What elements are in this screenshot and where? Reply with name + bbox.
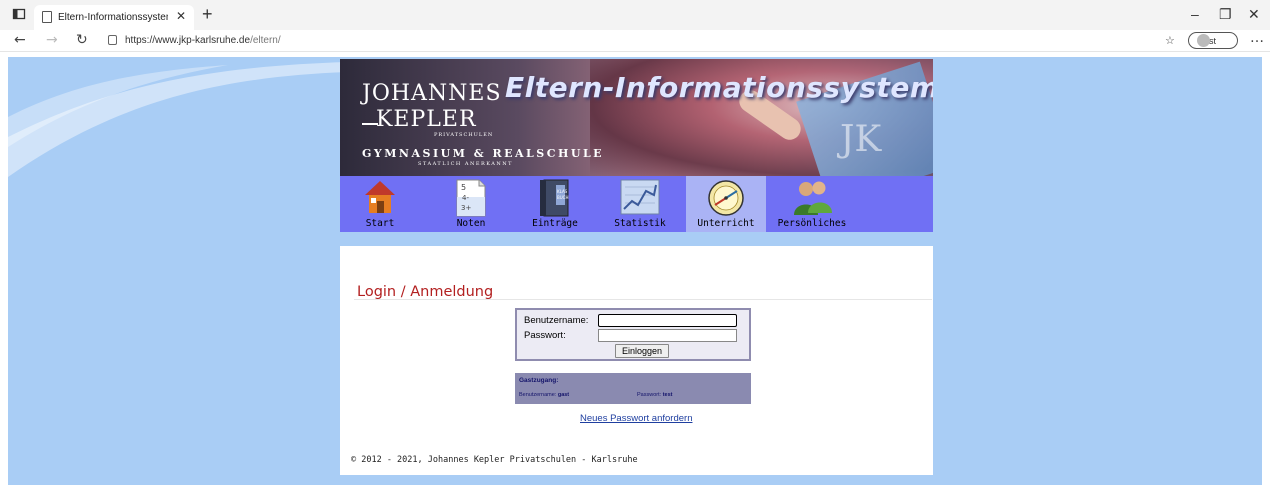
guest-heading: Gastzugang:	[519, 377, 559, 384]
browser-tab-bar: Eltern-Informationssystem (EIS) ✕ + – ❐ …	[0, 0, 1270, 30]
nav-item-eintraege[interactable]: KLAS BUCH Einträge	[525, 176, 585, 232]
lock-icon[interactable]	[108, 35, 117, 45]
reload-icon[interactable]: ↻	[76, 32, 88, 48]
more-menu-icon[interactable]: …	[1250, 30, 1264, 46]
people-icon	[794, 181, 832, 215]
nav-subbar	[340, 232, 933, 246]
tab-title: Eltern-Informationssystem (EIS)	[58, 12, 168, 23]
header-banner: JK Eltern-Informationssystem JOHANNES KE…	[340, 59, 933, 176]
main-navigation: Start 5 4- 3+ Noten KLAS BUCH Einträge S…	[340, 176, 933, 232]
main-container: JK Eltern-Informationssystem JOHANNES KE…	[340, 59, 933, 475]
browser-tab[interactable]: Eltern-Informationssystem (EIS) ✕	[34, 5, 194, 30]
nav-item-noten[interactable]: 5 4- 3+ Noten	[444, 176, 498, 232]
svg-text:KLAS: KLAS	[557, 189, 568, 194]
guest-password: Passwort: test	[637, 392, 673, 398]
jk-watermark: JK	[840, 119, 882, 160]
nav-label: Unterricht	[697, 218, 755, 229]
nav-label: Statistik	[614, 218, 666, 229]
clock-icon	[708, 180, 744, 216]
logo-line-4: GYMNASIUM & REALSCHULE	[362, 147, 605, 160]
url-path: /eltern/	[250, 35, 281, 46]
page-icon	[42, 11, 52, 23]
username-label: Benutzername:	[524, 315, 589, 326]
username-input[interactable]	[598, 314, 737, 327]
page-title: Login / Anmeldung	[357, 284, 494, 300]
favorites-icon[interactable]: ☆	[1165, 34, 1175, 47]
minimize-icon[interactable]: –	[1191, 6, 1199, 22]
password-input[interactable]	[598, 329, 737, 342]
nav-label: Persönliches	[777, 218, 847, 229]
page-background: JK Eltern-Informationssystem JOHANNES KE…	[8, 57, 1262, 485]
footer-copyright: © 2012 - 2021, Johannes Kepler Privatsch…	[351, 455, 638, 465]
tab-actions-icon[interactable]	[12, 6, 30, 24]
url-field[interactable]: https://www.jkp-karlsruhe.de/eltern/	[125, 35, 281, 46]
avatar	[1197, 34, 1210, 47]
logo-line-2: KEPLER	[376, 107, 477, 132]
system-title: Eltern-Informationssystem	[505, 71, 933, 104]
close-tab-icon[interactable]: ✕	[176, 9, 186, 23]
nav-item-persoenliches[interactable]: Persönliches	[772, 176, 852, 232]
profile-button[interactable]: Gast	[1188, 32, 1238, 49]
restore-icon[interactable]: ❐	[1219, 6, 1232, 23]
login-form: Benutzername: Passwort: Einloggen	[515, 308, 751, 361]
svg-text:BUCH: BUCH	[557, 195, 568, 200]
decorative-swoosh	[8, 62, 348, 177]
password-label: Passwort:	[524, 330, 566, 341]
logo-line-5: STAATLICH ANERKANNT	[418, 161, 513, 167]
grades-icon: 5 4- 3+	[456, 179, 486, 217]
address-bar: ← → ↻ https://www.jkp-karlsruhe.de/elter…	[0, 30, 1270, 52]
nav-item-unterricht[interactable]: Unterricht	[686, 176, 766, 232]
chart-icon	[620, 179, 660, 215]
logo-line-3: PRIVATSCHULEN	[434, 132, 494, 138]
close-window-icon[interactable]: ✕	[1248, 6, 1260, 23]
url-host: https://www.jkp-karlsruhe.de	[125, 35, 251, 46]
nav-label: Noten	[456, 218, 486, 229]
classbook-icon: KLAS BUCH	[540, 179, 569, 217]
guest-username: Benutzername: gast	[519, 392, 570, 398]
forward-icon[interactable]: →	[46, 32, 58, 48]
svg-text:5: 5	[461, 183, 466, 192]
nav-item-statistik[interactable]: Statistik	[608, 176, 672, 232]
house-icon	[365, 181, 395, 213]
nav-label: Start	[365, 218, 395, 229]
nav-item-start[interactable]: Start	[350, 176, 410, 232]
login-button[interactable]: Einloggen	[615, 344, 669, 358]
logo-line-1: JOHANNES	[362, 81, 502, 106]
svg-text:4-: 4-	[462, 194, 469, 202]
nav-label: Einträge	[532, 218, 578, 229]
svg-text:3+: 3+	[461, 204, 471, 212]
guest-access-info: Gastzugang: Benutzername: gast Passwort:…	[515, 373, 751, 404]
new-tab-button[interactable]: +	[202, 4, 213, 25]
back-icon[interactable]: ←	[14, 32, 26, 48]
title-divider	[354, 299, 932, 300]
reset-password-link[interactable]: Neues Passwort anfordern	[580, 413, 692, 424]
